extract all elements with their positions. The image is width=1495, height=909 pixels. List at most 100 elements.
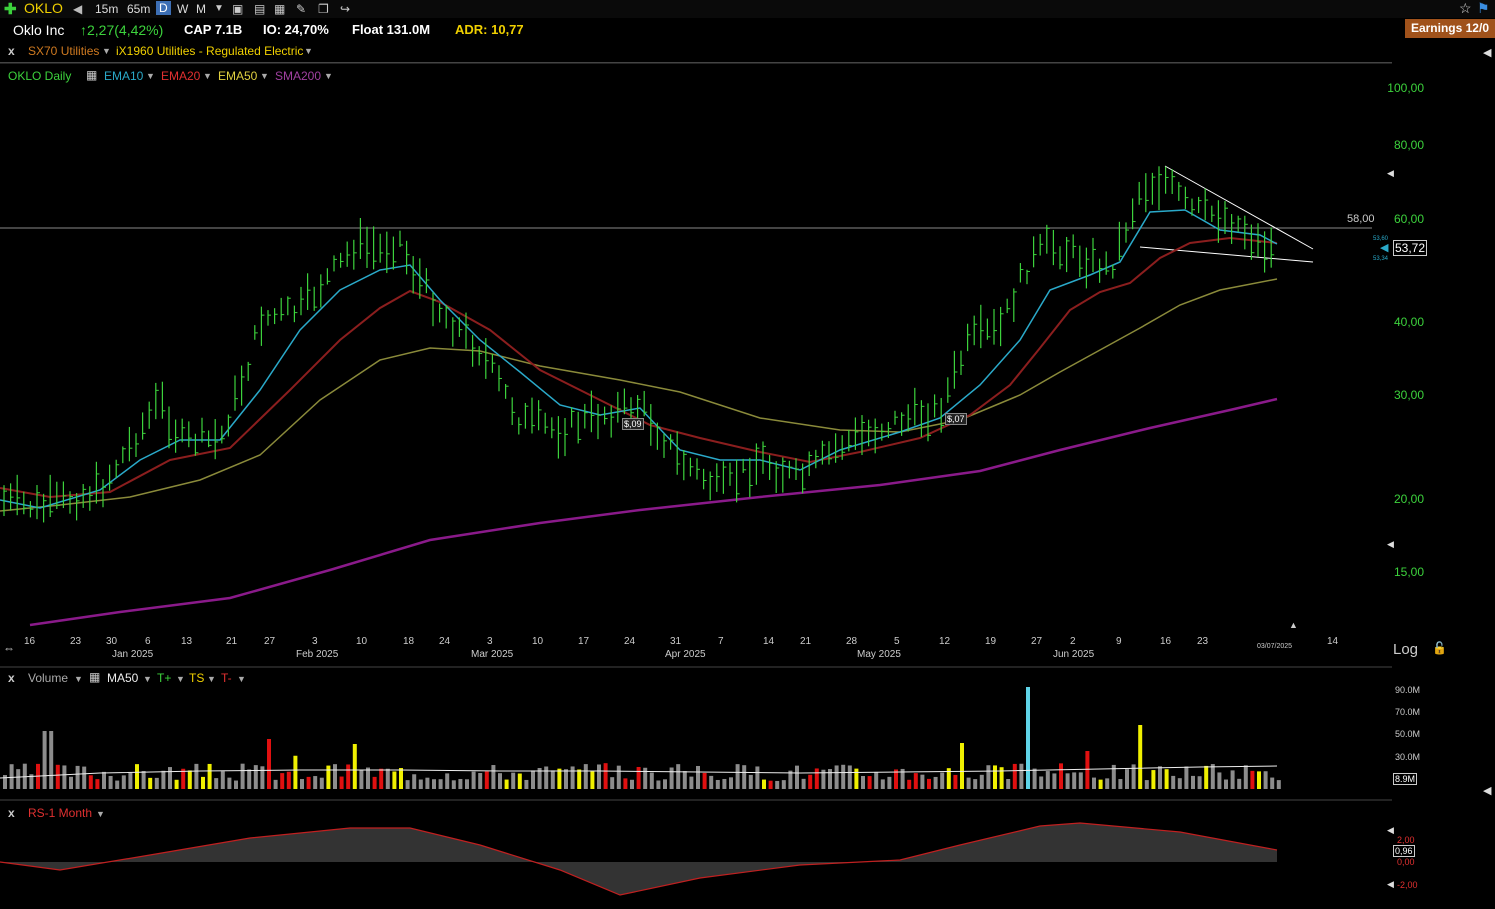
volume-bar	[729, 777, 733, 789]
volume-bar	[748, 774, 753, 789]
ema50-line	[0, 278, 1278, 512]
t-plus-dropdown-icon[interactable]: ▼	[176, 674, 185, 684]
volume-bar	[161, 770, 166, 789]
time-axis-day: 16	[24, 636, 36, 647]
time-axis-day: 31	[670, 636, 682, 647]
volume-bar	[1270, 777, 1275, 789]
dividend-marker[interactable]: $,09	[622, 418, 644, 430]
volume-bar	[227, 777, 232, 789]
top-right-arrow-icon[interactable]: ◀	[1483, 46, 1491, 59]
expand-arrows-icon[interactable]: ⇔	[3, 641, 15, 655]
time-axis-day: 13	[181, 636, 193, 647]
rs-scroll-arrow-icon[interactable]: ◀	[1387, 825, 1394, 836]
volume-axis-label: 90.0M	[1395, 685, 1421, 695]
trendline-upper[interactable]	[1164, 165, 1314, 250]
rs-axis-label: 0,00	[1397, 857, 1415, 867]
sma200-line	[29, 397, 1278, 627]
volume-bar	[1052, 773, 1057, 789]
t-plus-label[interactable]: T+	[157, 671, 171, 685]
volume-bar	[762, 779, 766, 789]
volume-bar	[319, 777, 324, 789]
volume-bar	[834, 765, 839, 789]
lock-icon[interactable]: 🔓	[1432, 641, 1447, 655]
time-axis-month: Jun 2025	[1053, 649, 1095, 660]
volume-bar	[498, 773, 502, 789]
rs-scroll-arrow-icon[interactable]: ◀	[1387, 879, 1394, 890]
volume-bar	[478, 773, 483, 789]
volume-bar	[1085, 751, 1090, 789]
volume-bar	[55, 764, 60, 789]
scroll-down-arrow-icon[interactable]: ◀	[1387, 539, 1394, 550]
volume-bar	[1171, 775, 1176, 789]
chart-canvas[interactable]	[0, 0, 1495, 909]
volume-bar	[1059, 763, 1063, 789]
time-axis-day: 6	[145, 636, 151, 647]
time-axis-month: Feb 2025	[296, 649, 339, 660]
volume-bar	[1125, 769, 1129, 789]
volume-bar	[438, 779, 443, 789]
rs-close-button[interactable]: x	[8, 806, 15, 820]
volume-bar	[676, 764, 681, 789]
dividend-marker[interactable]: $,07	[945, 413, 967, 425]
ma50-dropdown-icon[interactable]: ▼	[143, 674, 152, 684]
volume-bar	[781, 780, 786, 789]
volume-bar	[814, 768, 819, 789]
ema-small-label-bottom: 53,34	[1373, 256, 1389, 262]
volume-bar	[966, 777, 971, 789]
volume-bar	[1019, 763, 1024, 789]
t-minus-dropdown-icon[interactable]: ▼	[237, 674, 246, 684]
ma50-label[interactable]: MA50	[107, 671, 138, 685]
t-minus-label[interactable]: T-	[221, 671, 232, 685]
ts-dropdown-icon[interactable]: ▼	[207, 674, 216, 684]
volume-bar	[656, 780, 661, 789]
volume-bar	[1243, 765, 1248, 789]
volume-bar	[715, 779, 720, 789]
volume-bar	[1065, 773, 1070, 789]
volume-bar	[346, 764, 351, 789]
volume-bar	[128, 772, 133, 789]
volume-panel-arrow-icon[interactable]: ◀	[1483, 784, 1491, 797]
rs-dropdown-icon[interactable]: ▼	[96, 809, 105, 819]
volume-bar	[293, 755, 298, 789]
volume-bar	[570, 766, 575, 789]
volume-bar	[148, 777, 153, 789]
volume-bar	[62, 765, 67, 789]
time-axis-day: 23	[70, 636, 82, 647]
volume-label[interactable]: Volume	[28, 671, 68, 685]
rs-label[interactable]: RS-1 Month	[28, 806, 92, 820]
volume-bar	[42, 731, 47, 789]
time-axis-day: 28	[846, 636, 858, 647]
volume-bar	[531, 770, 535, 789]
volume-bar	[207, 763, 212, 789]
volume-bar	[517, 773, 522, 789]
time-axis-month: Mar 2025	[471, 649, 514, 660]
volume-dropdown-icon[interactable]: ▼	[74, 674, 83, 684]
time-axis-day: 23	[1197, 636, 1209, 647]
last-price-arrow-icon: ◀	[1380, 242, 1389, 254]
volume-bar	[504, 779, 509, 789]
volume-bar	[366, 767, 370, 789]
volume-bar	[1164, 769, 1169, 789]
volume-close-button[interactable]: x	[8, 671, 15, 685]
volume-bar	[841, 764, 846, 789]
volume-bar	[352, 744, 357, 789]
volume-bar	[88, 775, 93, 789]
price-axis-label: 60,00	[1393, 212, 1424, 226]
volume-bars-icon[interactable]: ▦	[89, 670, 100, 684]
time-axis-day: 12	[939, 636, 951, 647]
volume-bar	[240, 763, 245, 789]
volume-bar	[412, 774, 417, 789]
log-toggle[interactable]: Log	[1393, 641, 1418, 658]
volume-bar	[1045, 771, 1050, 789]
volume-bar	[187, 770, 192, 789]
volume-bar	[663, 779, 667, 789]
volume-bar	[801, 778, 806, 789]
ts-label[interactable]: TS	[189, 671, 204, 685]
volume-bar	[880, 779, 885, 789]
scroll-up-arrow-icon[interactable]: ◀	[1387, 168, 1394, 179]
volume-bar	[313, 776, 318, 789]
volume-bar	[603, 763, 608, 789]
time-axis-month: Apr 2025	[665, 649, 706, 660]
volume-bar	[286, 771, 291, 789]
volume-bar	[247, 769, 252, 789]
